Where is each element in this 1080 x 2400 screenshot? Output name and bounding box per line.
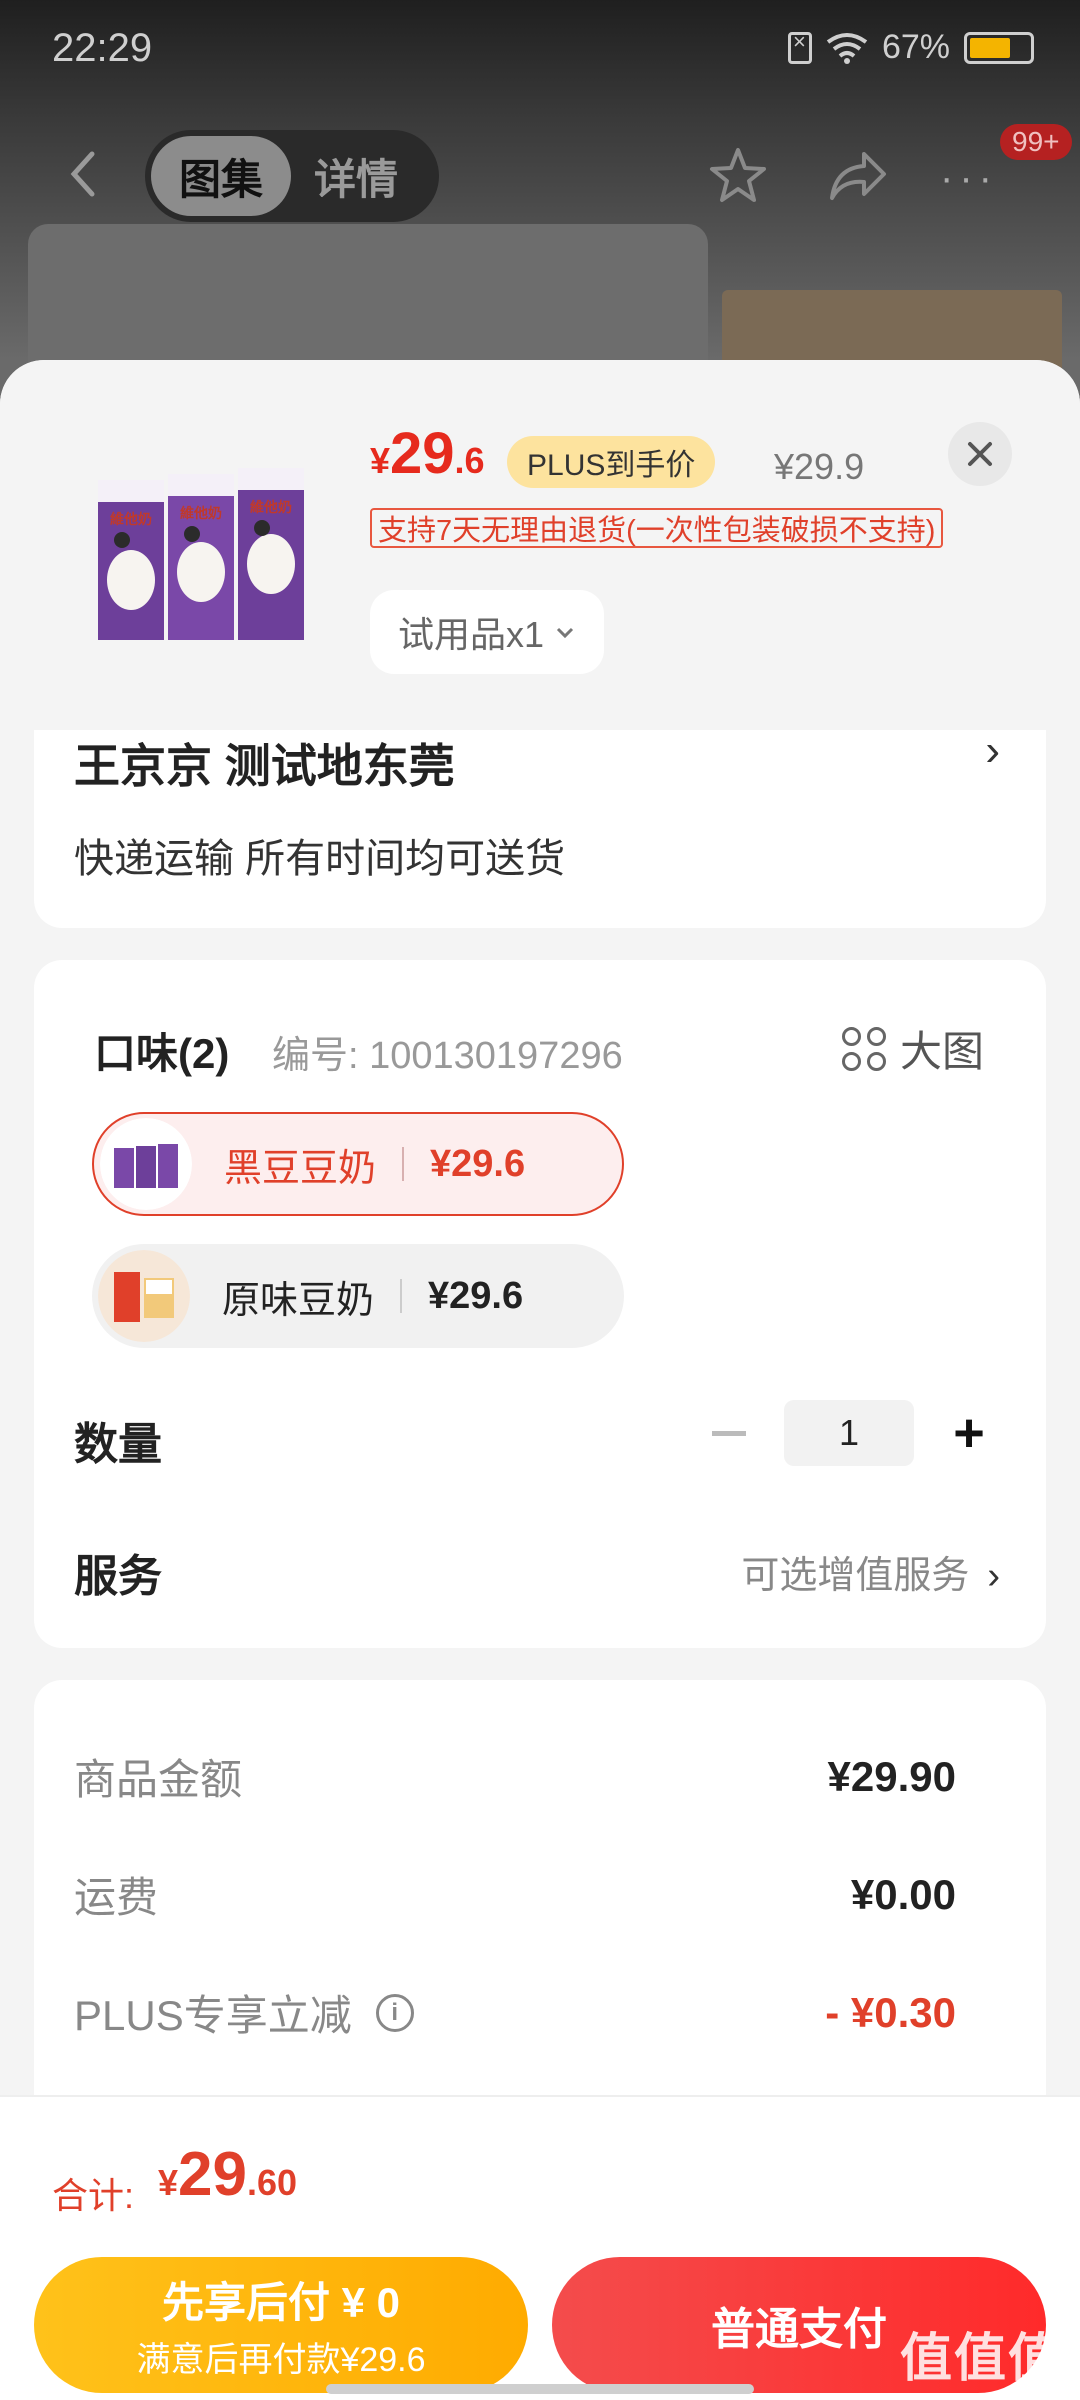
chevron-right-icon: › [987,1555,1000,1597]
close-icon [968,442,992,466]
flavor-title: 口味(2) [94,1030,230,1077]
pay-later-button[interactable]: 先享后付 ¥ 0 满意后再付款¥29.6 [34,2257,528,2393]
option-thumbnail [100,1118,192,1210]
sku-selection-sheet: 維他奶 維他奶 維他奶 ¥29.6 PLUS到手价 ¥29.9 支持7天无理由退… [0,360,1080,2400]
product-thumbnail: 維他奶 維他奶 維他奶 [98,468,304,640]
more-icon[interactable]: ··· [940,156,998,201]
total-label: 合计: [52,2175,135,2216]
status-icons: 67% [787,28,1034,67]
address-recipient: 王京京 测试地东莞 [74,740,455,792]
share-icon[interactable] [826,146,890,206]
status-time: 22:29 [52,26,153,70]
summary-value: ¥0.00 [850,1870,956,1918]
sheet-header: 維他奶 維他奶 維他奶 ¥29.6 PLUS到手价 ¥29.9 支持7天无理由退… [0,360,1080,730]
option-divider [400,1279,403,1313]
summary-label: 商品金额 [74,1756,243,1803]
spec-card: 口味(2) 编号: 100130197296 大图 黑豆豆奶 ¥29.6 原味豆… [34,960,1046,1648]
back-icon[interactable] [56,144,116,204]
plus-price-tag: PLUS到手价 [507,436,716,488]
battery-percent: 67% [881,28,950,66]
close-button[interactable] [948,422,1012,486]
sale-price: ¥29.6 [370,421,485,486]
value-added-service-link[interactable]: 可选增值服务 › [741,1544,1000,1599]
product-nav-bar: 图集 详情 ··· 99+ [0,120,1080,230]
sku-number: 编号: 100130197296 [272,1035,623,1077]
summary-row-goods: 商品金额 ¥29.90 [74,1746,956,1807]
summary-value: - ¥0.30 [825,1988,956,2036]
option-price: ¥29.6 [430,1142,526,1185]
option-name: 黑豆豆奶 [224,1147,377,1190]
summary-row-plus-discount: PLUS专享立减 i - ¥0.30 [74,1982,956,2043]
total-price: ¥29.60 [158,2140,298,2209]
option-divider [402,1147,405,1181]
tab-detail[interactable]: 详情 [291,136,421,216]
option-price: ¥29.6 [428,1274,524,1317]
watermark-text: 值值值 [899,2330,1062,2388]
flavor-option-original[interactable]: 原味豆奶 ¥29.6 [92,1244,624,1348]
chevron-down-icon [556,627,574,639]
option-name: 原味豆奶 [222,1279,375,1322]
return-policy-tag: 支持7天无理由退货(一次性包装破损不支持) [370,508,944,548]
quantity-input[interactable]: 1 [784,1400,914,1466]
service-label: 服务 [74,1552,162,1601]
gallery-detail-switch: 图集 详情 [145,130,439,222]
svg-text:維他奶: 維他奶 [180,505,222,521]
quantity-stepper: 1 + [696,1400,1002,1466]
flavor-option-black-bean[interactable]: 黑豆豆奶 ¥29.6 [92,1112,624,1216]
pay-later-title: 先享后付 ¥ 0 [161,2279,401,2326]
tab-gallery[interactable]: 图集 [151,136,291,216]
chevron-right-icon: › [985,726,1000,775]
original-price: ¥29.9 [774,446,865,487]
pay-later-subtitle: 满意后再付款¥29.6 [136,2341,426,2379]
decrement-button[interactable] [696,1400,762,1466]
watermark-url: zhizhizhi.com [900,2391,1062,2400]
summary-value: ¥29.90 [827,1752,956,1800]
info-icon[interactable]: i [375,1993,414,2032]
favorite-star-icon[interactable] [706,144,770,208]
summary-label: PLUS专享立减 i [74,1982,414,2043]
svg-text:維他奶: 維他奶 [110,511,152,527]
message-badge: 99+ [1000,124,1072,160]
service-value: 可选增值服务 [741,1555,970,1597]
product-page-background: 22:29 67% 图集 详情 ··· 99+ [0,0,1080,410]
wifi-icon [826,32,868,64]
grid-icon [841,1026,886,1071]
sim-icon [787,29,812,64]
shipping-info: 快递运输 所有时间均可送货 [74,837,566,881]
status-bar: 22:29 67% [0,0,1080,100]
quantity-selector-pill[interactable]: 试用品x1 [370,590,605,674]
increment-button[interactable]: + [936,1400,1002,1466]
battery-icon [964,31,1034,64]
home-indicator[interactable] [326,2384,754,2394]
summary-label: 运费 [74,1874,159,1921]
plus-discount-label: PLUS专享立减 [74,1992,352,2039]
big-image-label: 大图 [899,1028,984,1075]
big-image-button[interactable]: 大图 [841,1018,984,1079]
quantity-label: 数量 [74,1420,162,1469]
option-thumbnail [98,1250,190,1342]
watermark-logo: 值值值 zhizhizhi.com [900,2316,1062,2400]
quantity-pill-label: 试用品x1 [398,614,545,655]
svg-text:維他奶: 維他奶 [250,499,292,515]
summary-row-shipping: 运费 ¥0.00 [74,1864,956,1925]
